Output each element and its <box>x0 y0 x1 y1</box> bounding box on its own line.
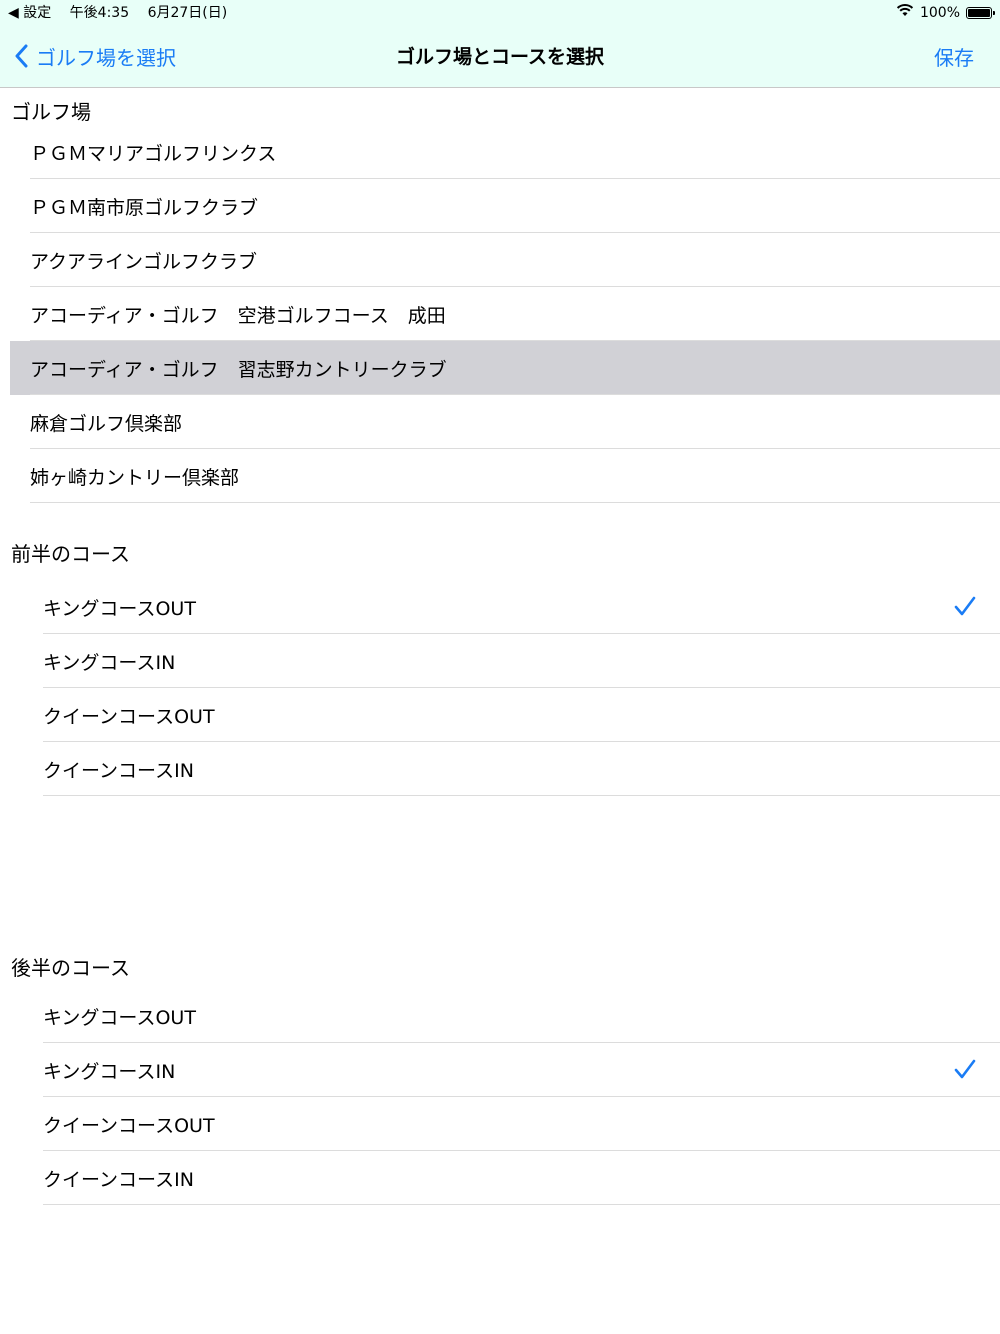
golf-course-section-header: ゴルフ場 <box>11 100 91 124</box>
golf-course-row[interactable]: 姉ヶ崎カントリー倶楽部 <box>10 449 1000 503</box>
golf-course-row[interactable]: アクアラインゴルフクラブ <box>10 233 1000 287</box>
golf-course-label: アコーディア・ゴルフ 空港ゴルフコース 成田 <box>30 304 446 327</box>
first-half-course-row[interactable]: クイーンコースOUT <box>43 688 1000 742</box>
first-half-course-row[interactable]: クイーンコースIN <box>43 742 1000 796</box>
second-half-course-row[interactable]: キングコースIN <box>43 1043 1000 1097</box>
second-half-course-row[interactable]: クイーンコースOUT <box>43 1097 1000 1151</box>
golf-course-list: ＰＧＭマリアゴルフリンクス ＰＧＭ南市原ゴルフクラブ アクアラインゴルフクラブアコー… <box>10 125 1000 503</box>
navigation-bar: ゴルフ場を選択 ゴルフ場とコースを選択 保存 <box>0 26 1000 86</box>
golf-course-label: アクアラインゴルフクラブ <box>30 250 258 273</box>
first-half-course-row[interactable]: キングコースIN <box>43 634 1000 688</box>
golf-course-row[interactable]: アコーディア・ゴルフ 空港ゴルフコース 成田 <box>10 287 1000 341</box>
first-half-course-label: キングコースOUT <box>43 597 196 620</box>
golf-course-label: アコーディア・ゴルフ 習志野カントリークラブ <box>30 358 447 381</box>
status-bar: ◀ 設定 午後4:35 6月27日(日) 100% <box>0 0 1000 26</box>
checkmark-icon <box>954 1058 976 1085</box>
first-half-course-label: クイーンコースIN <box>43 759 194 782</box>
checkmark-icon <box>954 595 976 622</box>
golf-course-label: 麻倉ゴルフ倶楽部 <box>30 412 183 435</box>
first-half-section-header: 前半のコース <box>11 542 130 566</box>
battery-fill <box>968 9 990 17</box>
second-half-course-label: クイーンコースOUT <box>43 1114 215 1137</box>
golf-course-row[interactable]: アコーディア・ゴルフ 習志野カントリークラブ <box>10 341 1000 395</box>
top-area: ◀ 設定 午後4:35 6月27日(日) 100% ゴルフ場を選択 ゴルフ場とコ… <box>0 0 1000 88</box>
golf-course-label: ＰＧＭマリアゴルフリンクス <box>30 142 277 165</box>
battery-percent: 100% <box>919 5 960 21</box>
second-half-course-label: クイーンコースIN <box>43 1168 194 1191</box>
golf-course-row[interactable]: ＰＧＭ南市原ゴルフクラブ <box>10 179 1000 233</box>
second-half-course-label: キングコースOUT <box>43 1006 196 1029</box>
wifi-icon <box>896 0 914 26</box>
golf-course-row[interactable]: 麻倉ゴルフ倶楽部 <box>10 395 1000 449</box>
golf-course-row[interactable]: ＰＧＭマリアゴルフリンクス <box>10 125 1000 179</box>
status-time: 午後4:35 <box>69 5 130 21</box>
golf-course-label: ＰＧＭ南市原ゴルフクラブ <box>30 196 259 219</box>
golf-course-label: 姉ヶ崎カントリー倶楽部 <box>30 466 240 489</box>
first-half-course-row[interactable]: キングコースOUT <box>43 580 1000 634</box>
status-right: 100% <box>896 0 995 26</box>
second-half-course-list: キングコースOUT キングコースIN クイーンコースOUT クイーンコースIN <box>43 989 1000 1205</box>
second-half-course-label: キングコースIN <box>43 1060 176 1083</box>
first-half-course-list: キングコースOUT キングコースIN クイーンコースOUT クイーンコースIN <box>43 580 1000 796</box>
back-to-app-link[interactable]: ◀ 設定 <box>8 5 51 21</box>
status-date: 6月27日(日) <box>147 5 228 21</box>
page-title: ゴルフ場とコースを選択 <box>395 46 605 68</box>
second-half-section-header: 後半のコース <box>11 956 130 980</box>
second-half-course-row[interactable]: クイーンコースIN <box>43 1151 1000 1205</box>
save-button[interactable]: 保存 <box>934 42 974 71</box>
second-half-course-row[interactable]: キングコースOUT <box>43 989 1000 1043</box>
battery-icon <box>966 7 995 19</box>
status-left: ◀ 設定 午後4:35 6月27日(日) <box>8 0 241 26</box>
first-half-course-label: キングコースIN <box>43 651 176 674</box>
first-half-course-label: クイーンコースOUT <box>43 705 215 728</box>
